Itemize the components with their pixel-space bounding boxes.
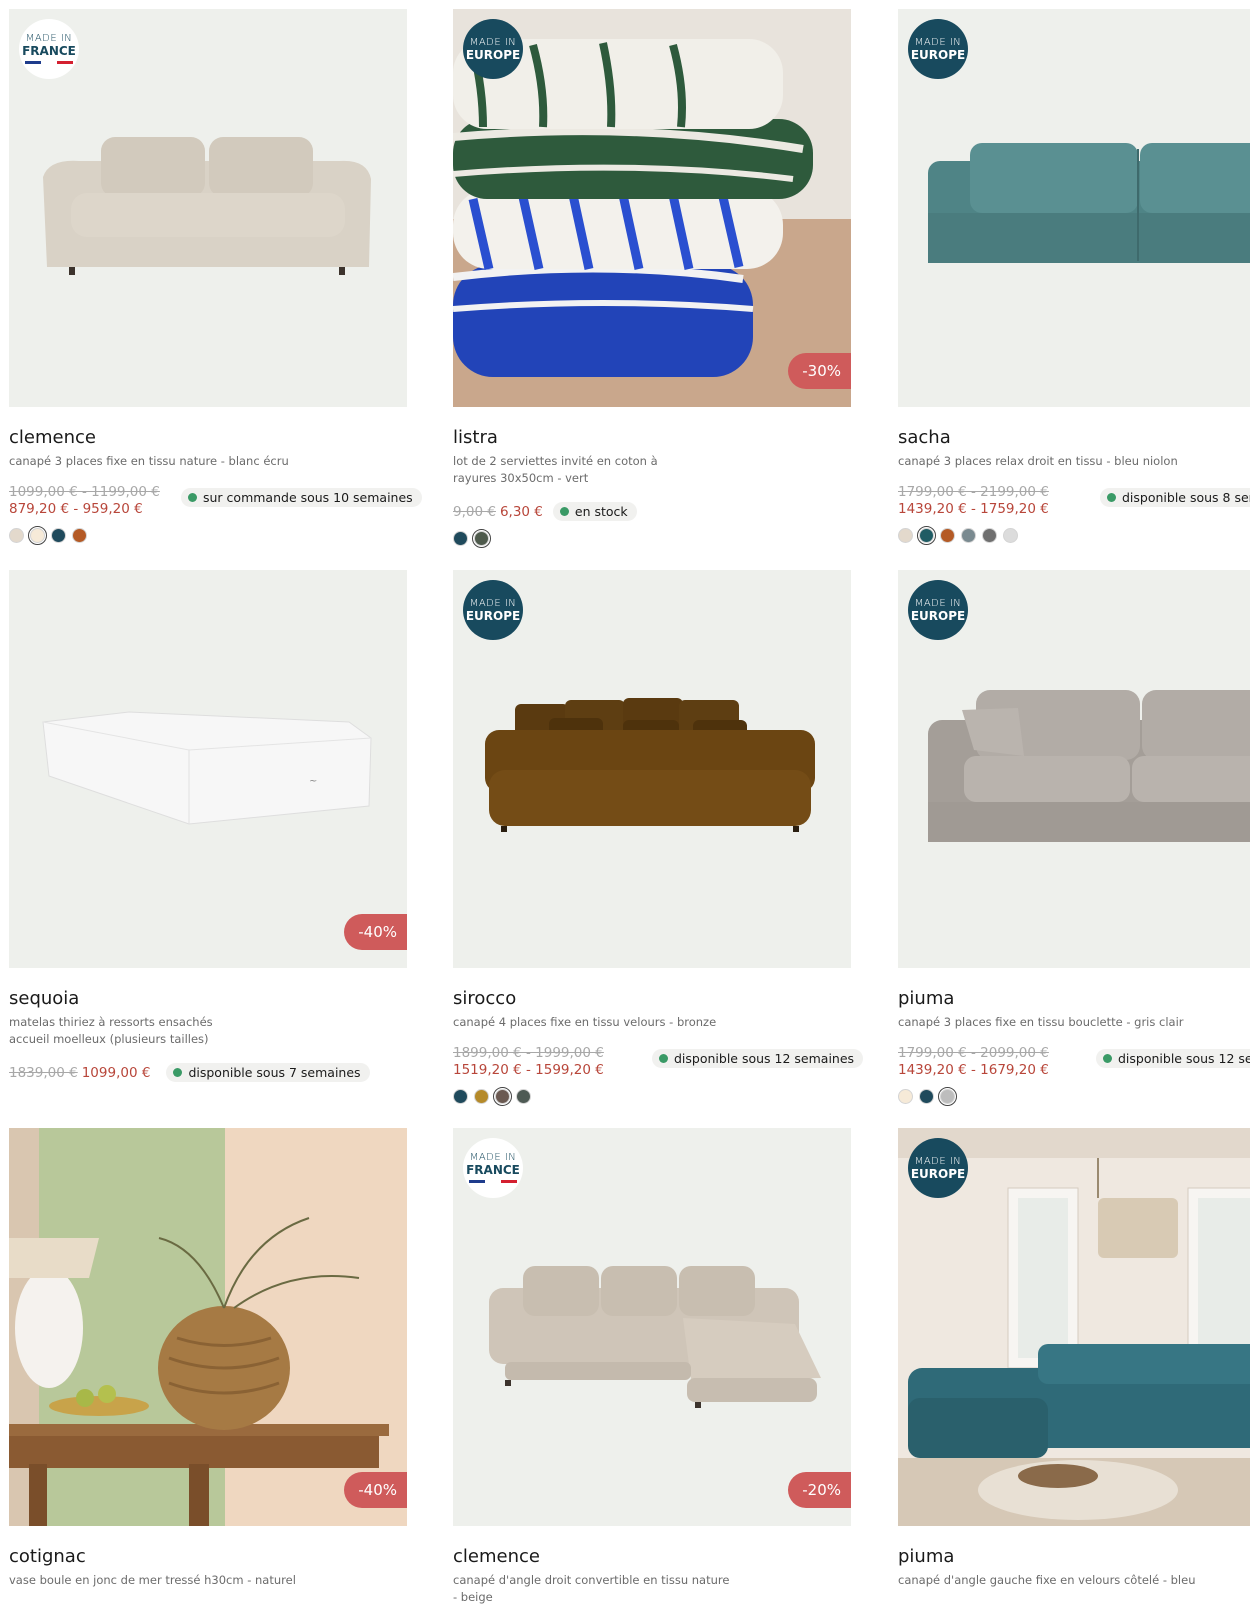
product-name[interactable]: sequoia (9, 988, 407, 1010)
availability-badge: disponible sous 7 semaines (166, 1063, 370, 1082)
product-description: vase boule en jonc de mer tressé h30cm -… (9, 1573, 296, 1587)
original-price: 9,00 € (453, 503, 496, 520)
color-swatch[interactable] (453, 1088, 468, 1104)
product-image[interactable]: MADE IN FRANCE (9, 9, 407, 407)
svg-text:~: ~ (309, 776, 317, 787)
product-name[interactable]: clemence (453, 1546, 851, 1568)
status-dot-icon (188, 492, 197, 502)
color-swatch[interactable] (474, 1088, 489, 1104)
product-name[interactable]: cotignac (9, 1546, 407, 1568)
color-swatch[interactable] (72, 527, 87, 543)
product-card[interactable]: MADE IN EUROPE -30% listra lot de 2 serv… (453, 9, 851, 548)
made-in-badge: MADE IN EUROPE (908, 19, 968, 79)
discount-badge: -40% (344, 914, 407, 950)
product-card[interactable]: MADE IN EUROPE piuma canapé d'angle gauc… (898, 1128, 1250, 1589)
color-swatches (453, 529, 851, 548)
made-in-badge: MADE IN EUROPE (463, 580, 523, 640)
color-swatch[interactable] (516, 1088, 531, 1104)
mattress-illustration: ~ (9, 570, 407, 968)
product-description: canapé 3 places fixe en tissu bouclette … (898, 1015, 1184, 1029)
sale-price: 1099,00 € (81, 1064, 151, 1081)
color-swatch[interactable] (9, 527, 24, 543)
product-image[interactable]: MADE IN EUROPE (898, 570, 1250, 968)
made-in-badge: MADE IN EUROPE (908, 1138, 968, 1198)
product-description: canapé 3 places fixe en tissu nature - b… (9, 454, 289, 468)
product-image[interactable]: MADE IN EUROPE (898, 1128, 1250, 1526)
product-name[interactable]: sirocco (453, 988, 851, 1010)
product-description: canapé 3 places relax droit en tissu - b… (898, 454, 1178, 468)
availability-badge: disponible sous 8 semaines (1100, 487, 1250, 507)
product-image[interactable]: -40% (9, 1128, 407, 1526)
color-swatch[interactable] (938, 1086, 957, 1106)
color-swatch[interactable] (961, 527, 976, 543)
product-description: canapé d'angle gauche fixe en velours cô… (898, 1573, 1196, 1587)
color-swatch[interactable] (472, 529, 491, 548)
status-dot-icon (659, 1053, 668, 1063)
product-description: canapé d'angle droit convertible en tiss… (453, 1573, 730, 1604)
product-name[interactable]: piuma (898, 1546, 1250, 1568)
product-card[interactable]: MADE IN FRANCE clemence canapé 3 places … (9, 9, 422, 545)
product-description: lot de 2 serviettes invité en coton à ra… (453, 454, 658, 485)
product-image[interactable]: MADE IN EUROPE (898, 9, 1250, 407)
made-in-badge: MADE IN FRANCE (19, 19, 79, 79)
color-swatch[interactable] (898, 527, 913, 543)
made-in-badge: MADE IN EUROPE (463, 19, 523, 79)
product-name[interactable]: listra (453, 427, 851, 449)
availability-badge: disponible sous 12 semaines (652, 1048, 864, 1068)
color-swatch[interactable] (940, 527, 955, 543)
color-swatch[interactable] (28, 525, 47, 545)
vase-photo (9, 1128, 407, 1526)
status-dot-icon (1103, 1053, 1112, 1063)
color-swatch[interactable] (917, 525, 936, 545)
product-name[interactable]: piuma (898, 988, 1250, 1010)
color-swatches (9, 525, 407, 545)
color-swatch[interactable] (919, 1088, 934, 1104)
availability-badge: disponible sous 12 semaines (1096, 1048, 1250, 1068)
color-swatches (898, 1086, 1250, 1106)
status-dot-icon (173, 1068, 183, 1077)
discount-badge: -40% (344, 1472, 407, 1508)
made-in-badge: MADE IN FRANCE (463, 1138, 523, 1198)
sale-price: 6,30 € (499, 503, 543, 520)
product-image[interactable]: MADE IN EUROPE -30% (453, 9, 851, 407)
product-description: canapé 4 places fixe en tissu velours - … (453, 1015, 717, 1029)
discount-badge: -20% (788, 1472, 851, 1508)
product-image[interactable]: MADE IN EUROPE (453, 570, 851, 968)
color-swatch[interactable] (453, 531, 468, 546)
color-swatches (898, 525, 1250, 545)
discount-badge: -30% (788, 353, 851, 389)
color-swatch[interactable] (898, 1088, 913, 1104)
product-card[interactable]: MADE IN EUROPE sirocco canapé 4 places f… (453, 570, 864, 1106)
product-description: matelas thiriez à ressorts ensachés accu… (9, 1015, 213, 1046)
product-card[interactable]: -40% cotignac vase boule en jonc de mer … (9, 1128, 407, 1589)
availability-badge: sur commande sous 10 semaines (181, 487, 422, 507)
status-dot-icon (559, 507, 569, 516)
product-card[interactable]: ~ -40% sequoia matelas thiriez à ressort… (9, 570, 407, 1082)
color-swatch[interactable] (982, 527, 997, 543)
product-image[interactable]: ~ -40% (9, 570, 407, 968)
color-swatches (453, 1086, 851, 1106)
color-swatch[interactable] (51, 527, 66, 543)
status-dot-icon (1107, 492, 1116, 502)
original-price: 1839,00 € (9, 1064, 78, 1081)
product-name[interactable]: sacha (898, 427, 1250, 449)
product-card[interactable]: MADE IN EUROPE sacha canapé 3 places rel… (898, 9, 1250, 545)
product-name[interactable]: clemence (9, 427, 407, 449)
product-card[interactable]: MADE IN FRANCE -20% clemence canapé d'an… (453, 1128, 851, 1605)
product-image[interactable]: MADE IN FRANCE -20% (453, 1128, 851, 1526)
availability-badge: en stock (552, 502, 637, 521)
color-swatch[interactable] (1003, 527, 1018, 543)
product-card[interactable]: MADE IN EUROPE piuma canapé 3 places fix… (898, 570, 1250, 1106)
made-in-badge: MADE IN EUROPE (908, 580, 968, 640)
color-swatch[interactable] (493, 1086, 512, 1106)
